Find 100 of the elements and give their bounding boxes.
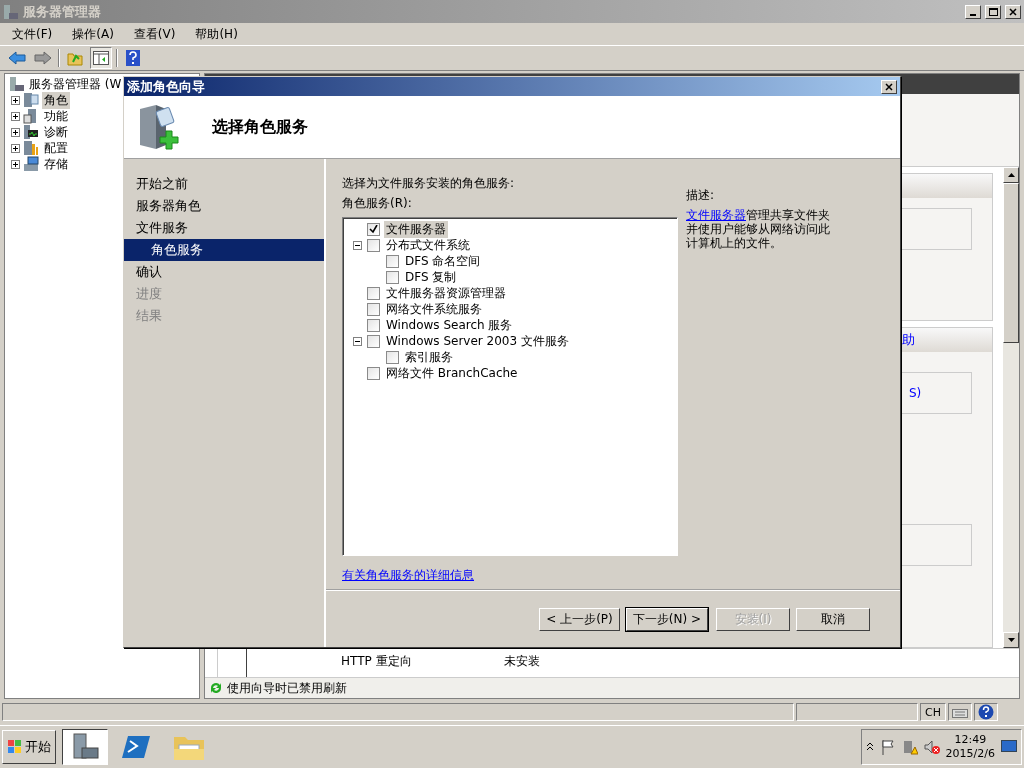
diagnostics-icon [23, 124, 39, 140]
tree-item[interactable]: 功能 [42, 107, 70, 125]
storage-icon [23, 156, 39, 172]
role-service-label[interactable]: 索引服务 [403, 348, 455, 366]
chevron-icon[interactable] [865, 742, 874, 752]
taskbar-app[interactable] [62, 729, 108, 765]
close-icon [1009, 7, 1017, 16]
scrollbar[interactable] [1003, 167, 1019, 648]
expand-toggle[interactable] [11, 159, 20, 169]
collapse-toggle[interactable] [352, 240, 362, 250]
wizard-step[interactable]: 开始之前 [124, 173, 324, 195]
checkbox[interactable] [367, 222, 380, 236]
maximize-button[interactable] [985, 4, 1001, 19]
role-service-label[interactable]: DFS 命名空间 [403, 252, 483, 270]
flag-icon[interactable] [879, 739, 896, 755]
status-text: 使用向导时已禁用刷新 [227, 679, 347, 697]
description-link[interactable]: 文件服务器 [686, 208, 746, 222]
collapse-toggle[interactable] [352, 336, 362, 346]
wizard-step[interactable]: 角色服务 [124, 239, 324, 261]
wizard-button[interactable]: < 上一步(P) [539, 607, 620, 631]
tree-item[interactable]: 存储 [42, 155, 70, 173]
window-title: 服务器管理器 [23, 2, 102, 21]
role-service-label[interactable]: 网络文件系统服务 [384, 300, 484, 318]
plus-icon [13, 129, 18, 135]
minus-icon [354, 338, 360, 344]
server-manager-icon [70, 732, 100, 762]
minimize-icon [970, 13, 976, 16]
menu-item[interactable]: 查看(V) [125, 23, 184, 45]
menu-item[interactable]: 操作(A) [64, 23, 122, 45]
up-arrow-icon [1007, 173, 1015, 177]
instruction-text: 选择为文件服务安装的角色服务: [342, 175, 516, 192]
language-indicator[interactable]: CH [920, 703, 946, 721]
powershell-icon [122, 734, 152, 760]
checkmark-icon [369, 224, 378, 234]
minimize-button[interactable] [965, 4, 981, 19]
server-icon [9, 76, 25, 92]
close-button[interactable] [1005, 4, 1021, 19]
keyboard-icon[interactable] [947, 703, 972, 721]
start-button[interactable]: 开始 [2, 730, 56, 764]
role-service-label[interactable]: 分布式文件系统 [384, 236, 472, 254]
close-button[interactable] [881, 79, 897, 94]
wizard-heading: 选择角色服务 [212, 116, 308, 138]
features-icon [23, 108, 39, 124]
checkbox[interactable] [386, 254, 399, 268]
maximize-icon [988, 7, 998, 16]
wizard-button[interactable]: 取消 [796, 607, 870, 631]
checkbox[interactable] [367, 286, 380, 300]
table-cell-text: 未安装 [504, 653, 540, 670]
wizard-step[interactable]: 确认 [124, 261, 324, 283]
description-label: 描述: [686, 187, 716, 204]
dialog-title: 添加角色向导 [127, 77, 206, 96]
checkbox[interactable] [367, 318, 380, 332]
show-desktop-icon[interactable] [1001, 740, 1017, 754]
checkbox[interactable] [386, 350, 399, 364]
tree-item[interactable]: 角色 [42, 91, 70, 109]
configuration-icon [23, 140, 39, 156]
menu-item[interactable]: 帮助(H) [187, 23, 246, 45]
list-label: 角色服务(R): [342, 195, 413, 212]
refresh-icon [209, 681, 223, 695]
plus-icon [13, 113, 18, 119]
role-service-label[interactable]: Windows Search 服务 [384, 316, 515, 334]
network-warning-icon[interactable] [901, 739, 918, 755]
tree-item[interactable]: 诊断 [42, 123, 70, 141]
minus-icon [354, 242, 360, 248]
expand-toggle[interactable] [11, 95, 20, 105]
expand-toggle[interactable] [11, 127, 20, 137]
windows-logo-icon [7, 739, 23, 755]
close-icon [885, 82, 893, 91]
wizard-step[interactable]: 文件服务 [124, 217, 324, 239]
menu-item[interactable]: 文件(F) [4, 23, 61, 45]
plus-icon [13, 145, 18, 151]
role-service-label[interactable]: Windows Server 2003 文件服务 [384, 332, 571, 350]
plus-icon [13, 97, 18, 103]
role-service-label[interactable]: DFS 复制 [403, 268, 459, 286]
expand-toggle[interactable] [11, 111, 20, 121]
server-icon [3, 3, 19, 20]
more-info-link[interactable]: 有关角色服务的详细信息 [342, 567, 474, 584]
checkbox[interactable] [367, 238, 380, 252]
role-service-label[interactable]: 文件服务器资源管理器 [384, 284, 508, 302]
help-icon[interactable] [973, 703, 998, 721]
checkbox[interactable] [386, 270, 399, 284]
role-service-label[interactable]: 网络文件 BranchCache [384, 364, 520, 382]
table-cell-text: HTTP 重定向 [341, 653, 413, 670]
speaker-muted-icon[interactable] [923, 739, 940, 755]
checkbox[interactable] [367, 334, 380, 348]
tree-item[interactable]: 配置 [42, 139, 70, 157]
checkbox[interactable] [367, 302, 380, 316]
plus-icon [13, 161, 18, 167]
console-tree-button[interactable] [90, 47, 112, 69]
tree-item[interactable]: 服务器管理器 (W [29, 75, 122, 93]
down-arrow-icon [1007, 638, 1015, 642]
role-service-label[interactable]: 文件服务器 [384, 220, 448, 238]
section-link[interactable]: S) [909, 386, 922, 400]
description-text: 文件服务器管理共享文件夹并使用户能够从网络访问此计算机上的文件。 [686, 208, 831, 250]
checkbox[interactable] [367, 366, 380, 380]
roles-icon [23, 92, 39, 108]
wizard-step[interactable]: 服务器角色 [124, 195, 324, 217]
wizard-button[interactable]: 下一步(N) > [625, 607, 708, 631]
section-title[interactable]: 助 [902, 331, 915, 349]
expand-toggle[interactable] [11, 143, 20, 153]
